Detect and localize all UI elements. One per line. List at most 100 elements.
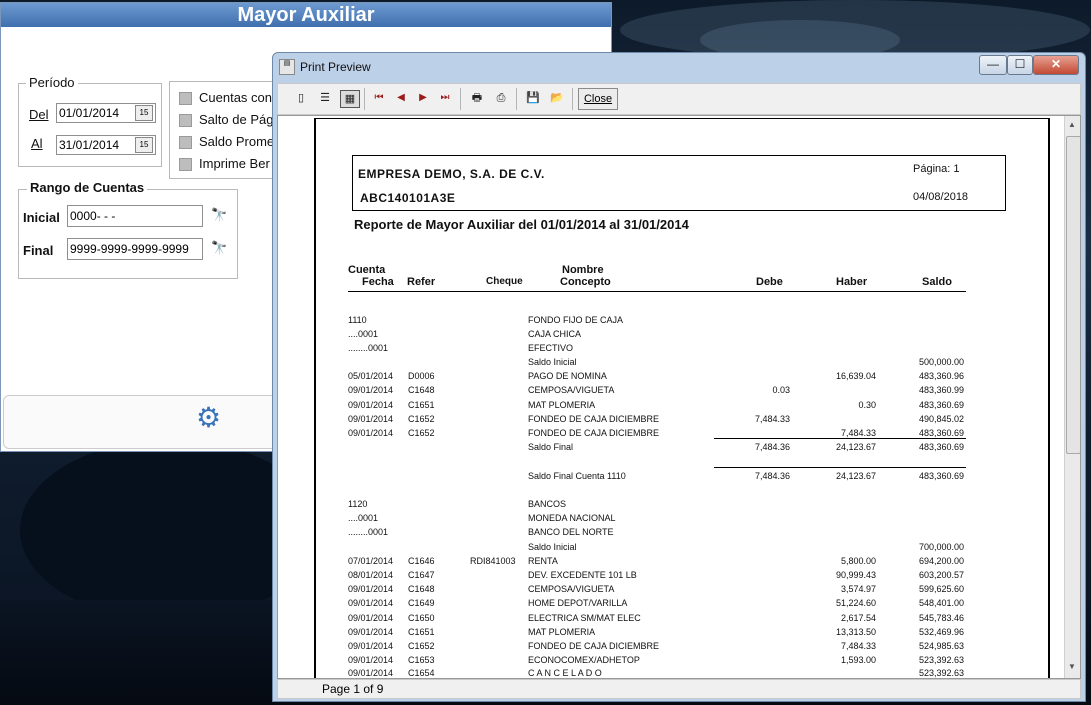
printer-setup-icon[interactable]: 🖶	[468, 90, 486, 106]
first-page-icon[interactable]: ⏮	[370, 90, 388, 106]
search-final-icon[interactable]: 🔭	[211, 240, 227, 256]
col-debe: Debe	[756, 276, 783, 288]
save-icon[interactable]: 💾	[524, 90, 542, 106]
preview-toolbar: ▯ ☰ ▦ ⏮ ◀ ▶ ⏭ 🖶 ⎙ 💾 📂 Close	[277, 83, 1081, 115]
print-preview-titlebar: ▤ Print Preview — ☐ ✕	[273, 53, 1085, 81]
single-page-icon[interactable]: ▯	[292, 90, 310, 106]
cell-refer: D0006	[408, 371, 435, 381]
cell-saldo: 483,360.69	[918, 428, 964, 438]
del-calendar-icon[interactable]: 15	[135, 105, 153, 121]
gears-icon[interactable]: ⚙	[196, 401, 221, 434]
cell-concepto: Saldo Inicial	[528, 542, 577, 552]
cell-debe: 7,484.33	[754, 414, 790, 424]
cell-haber: 7,484.33	[840, 641, 876, 651]
last-page-icon[interactable]: ⏭	[436, 90, 454, 106]
cell-saldo: 603,200.57	[918, 570, 964, 580]
cell-concepto: C A N C E L A D O	[528, 668, 602, 678]
col-nombre: Nombre	[562, 264, 604, 276]
cell-haber: 0.30	[858, 400, 876, 410]
col-haber: Haber	[836, 276, 868, 288]
imprime-checkbox[interactable]	[179, 158, 192, 171]
cell-concepto: BANCO DEL NORTE	[528, 527, 614, 537]
print-icon[interactable]: ⎙	[492, 90, 510, 106]
zoom-page-icon[interactable]: ▦	[340, 90, 360, 108]
cell-refer: C1649	[408, 598, 435, 608]
cell-saldo: 483,360.69	[918, 442, 964, 452]
cell-haber: 5,800.00	[840, 556, 876, 566]
cell-concepto: MAT PLOMERIA	[528, 400, 596, 410]
report-app-icon: ▤	[279, 59, 295, 75]
close-button[interactable]: Close	[578, 88, 618, 110]
cell-concepto: ECONOCOMEX/ADHETOP	[528, 655, 640, 665]
window-close-button[interactable]: ✕	[1033, 55, 1079, 75]
cell-saldo: 483,360.69	[918, 400, 964, 410]
saldo-promedio-checkbox[interactable]	[179, 136, 192, 149]
col-fecha: Fecha	[362, 276, 394, 288]
cell-fecha: 07/01/2014	[348, 556, 394, 566]
cell-fecha: 09/01/2014	[348, 428, 394, 438]
cell-concepto: FONDEO DE CAJA DICIEMBRE	[528, 428, 660, 438]
cell-concepto: Saldo Final Cuenta 1110	[528, 471, 626, 481]
cell-saldo: 545,783.46	[918, 613, 964, 623]
al-calendar-icon[interactable]: 15	[135, 137, 153, 153]
minimize-button[interactable]: —	[979, 55, 1007, 75]
salto-pagina-label: Salto de Pág	[199, 112, 273, 127]
cell-saldo: 548,401.00	[918, 598, 964, 608]
next-page-icon[interactable]: ▶	[414, 90, 432, 106]
cell-debe: 7,484.36	[754, 442, 790, 452]
vertical-scrollbar[interactable]: ▲ ▼	[1064, 116, 1080, 678]
cell-fecha: 1120	[348, 499, 368, 509]
prev-page-icon[interactable]: ◀	[392, 90, 410, 106]
cell-haber: 90,999.43	[835, 570, 876, 580]
cell-saldo: 490,845.02	[918, 414, 964, 424]
preview-viewport[interactable]: EMPRESA DEMO, S.A. DE C.V. ABC140101A3E …	[277, 115, 1081, 679]
cell-fecha: 09/01/2014	[348, 385, 394, 395]
page-indicator: Page 1 of 9	[322, 682, 384, 696]
cell-concepto: MAT PLOMERIA	[528, 627, 596, 637]
scrollbar-thumb[interactable]	[1066, 136, 1080, 454]
total-rule	[714, 438, 966, 439]
cell-haber: 2,617.54	[840, 613, 876, 623]
cell-haber: 16,639.04	[835, 371, 876, 381]
cuenta-final-input[interactable]: 9999-9999-9999-9999	[67, 238, 203, 260]
open-folder-icon[interactable]: 📂	[548, 90, 566, 106]
cell-concepto: HOME DEPOT/VARILLA	[528, 598, 628, 608]
cell-saldo: 500,000.00	[918, 357, 964, 367]
cell-fecha: 09/01/2014	[348, 613, 394, 623]
total-rule	[714, 467, 966, 468]
salto-pagina-checkbox[interactable]	[179, 114, 192, 127]
print-preview-title: Print Preview	[300, 60, 371, 74]
cell-saldo: 483,360.96	[918, 371, 964, 381]
cell-haber: 7,484.33	[840, 428, 876, 438]
cell-saldo: 532,469.96	[918, 627, 964, 637]
del-label: Del	[29, 107, 49, 122]
search-inicial-icon[interactable]: 🔭	[211, 207, 227, 223]
cell-fecha: 08/01/2014	[348, 570, 394, 580]
cell-concepto: Saldo Inicial	[528, 357, 577, 367]
company-name: EMPRESA DEMO, S.A. DE C.V.	[358, 167, 545, 181]
cell-concepto: Saldo Final	[528, 442, 574, 452]
cell-fecha: ....0001	[348, 513, 379, 523]
cell-debe: 0.03	[772, 385, 790, 395]
cuentas-con-checkbox[interactable]	[179, 92, 192, 105]
cell-refer: C1651	[408, 400, 435, 410]
cell-concepto: RENTA	[528, 556, 558, 566]
cell-fecha: 09/01/2014	[348, 414, 394, 424]
col-refer: Refer	[407, 276, 436, 288]
cell-concepto: MONEDA NACIONAL	[528, 513, 616, 523]
multi-page-icon[interactable]: ☰	[316, 90, 334, 106]
cell-fecha: ....0001	[348, 329, 379, 339]
cuenta-inicial-input[interactable]: 0000- - -	[67, 205, 203, 227]
maximize-button[interactable]: ☐	[1007, 55, 1033, 75]
report-page: EMPRESA DEMO, S.A. DE C.V. ABC140101A3E …	[314, 118, 1050, 678]
cell-concepto: BANCOS	[528, 499, 567, 509]
preview-status-bar: Page 1 of 9	[277, 679, 1081, 699]
inicial-label: Inicial	[23, 210, 60, 225]
cell-fecha: 05/01/2014	[348, 371, 394, 381]
cell-saldo: 524,985.63	[918, 641, 964, 651]
page-number: Página: 1	[913, 163, 960, 175]
cell-fecha: 09/01/2014	[348, 641, 394, 651]
cell-fecha: 09/01/2014	[348, 627, 394, 637]
cell-fecha: 09/01/2014	[348, 655, 394, 665]
cell-concepto: FONDEO DE CAJA DICIEMBRE	[528, 641, 660, 651]
